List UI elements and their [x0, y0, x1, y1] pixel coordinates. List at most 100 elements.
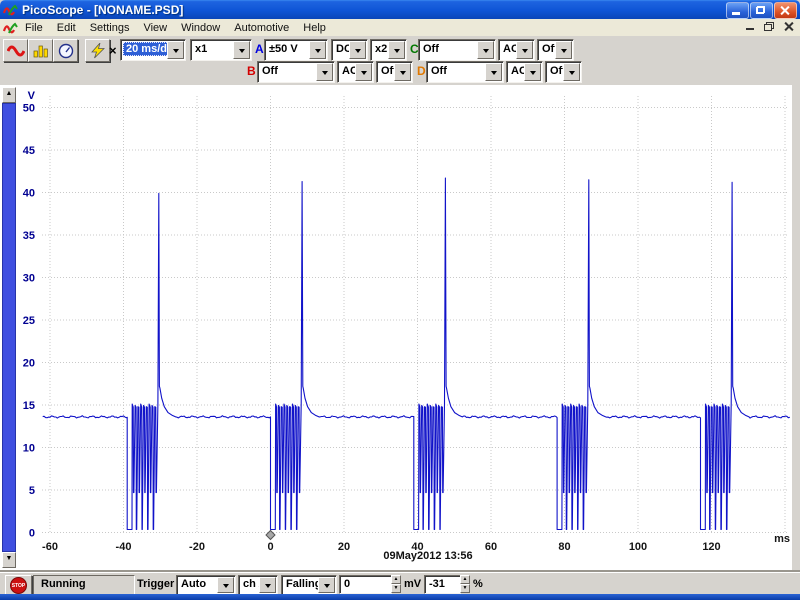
combo-arrow-icon[interactable]	[485, 63, 502, 81]
channel-d-coupling-select[interactable]: AC	[506, 61, 543, 83]
combo-arrow-icon[interactable]	[217, 577, 234, 593]
auto-setup-button[interactable]	[85, 39, 110, 62]
trigger-level-input[interactable]: 0	[339, 575, 392, 594]
pre-trigger-units: %	[473, 578, 483, 590]
combo-arrow-icon[interactable]	[349, 41, 366, 59]
combo-arrow-icon[interactable]	[563, 63, 580, 81]
spinner-down-icon[interactable]: ▼	[391, 584, 401, 593]
trigger-direction-value: Falling	[286, 578, 321, 590]
channel-b-coupling-select[interactable]: AC	[337, 61, 374, 83]
channel-b-label: B	[247, 64, 256, 78]
channel-c-range-select[interactable]: Off	[418, 39, 496, 61]
channel-a-range-select[interactable]: ±50 V	[264, 39, 328, 61]
mdi-restore-button[interactable]	[762, 20, 777, 33]
stop-button[interactable]: STOP	[5, 575, 32, 596]
timebase-multiplier-value: x1	[195, 43, 207, 55]
spectrum-view-icon	[33, 44, 49, 58]
channel-c-coupling-select[interactable]: AC	[498, 39, 535, 61]
y-axis-tick: 45	[23, 145, 35, 157]
channel-d-range-select[interactable]: Off	[426, 61, 504, 83]
window-edge	[792, 85, 800, 572]
trigger-label: Trigger	[137, 578, 174, 590]
channel-a-probe-select[interactable]: x2	[370, 39, 407, 61]
minimize-button[interactable]	[726, 2, 749, 19]
vertical-scrollbar[interactable]: ▲ ▼	[2, 87, 16, 568]
app-logo-icon	[3, 3, 18, 17]
trigger-mode-select[interactable]: Auto	[176, 575, 236, 595]
spinner-up-icon[interactable]: ▲	[391, 575, 401, 584]
capture-state-panel: Running	[33, 575, 135, 595]
menu-automotive[interactable]: Automotive	[227, 21, 296, 35]
channel-b-range-select[interactable]: Off	[257, 61, 335, 83]
channel-a-coupling-select[interactable]: DC	[331, 39, 368, 61]
title-bar: PicoScope - [NONAME.PSD]	[0, 0, 800, 19]
combo-arrow-icon[interactable]	[524, 63, 541, 81]
capture-state: Running	[41, 578, 86, 590]
status-bar: STOP Running Trigger Auto ch A Falling 0…	[0, 572, 800, 595]
combo-arrow-icon[interactable]	[233, 41, 250, 59]
combo-arrow-icon[interactable]	[388, 41, 405, 59]
channel-d-probe-select[interactable]: Off	[545, 61, 582, 83]
restore-button[interactable]	[750, 2, 773, 19]
y-axis-tick: 0	[29, 528, 35, 540]
combo-arrow-icon[interactable]	[477, 41, 494, 59]
scrollbar-thumb[interactable]	[2, 103, 16, 552]
pre-trigger-input[interactable]: -31	[424, 575, 461, 594]
menu-window[interactable]: Window	[174, 21, 227, 35]
spinner-down-icon[interactable]: ▼	[460, 584, 470, 593]
y-axis-tick: 35	[23, 230, 35, 242]
minimize-icon	[732, 12, 740, 15]
mdi-minimize-icon	[746, 28, 754, 30]
scope-view-icon	[7, 44, 25, 58]
combo-arrow-icon[interactable]	[316, 63, 333, 81]
y-axis-unit: V	[28, 90, 36, 102]
timebase-multiply-sign: ×	[109, 43, 117, 58]
meter-view-icon	[58, 43, 74, 59]
trigger-direction-select[interactable]: Falling	[281, 575, 337, 595]
x-axis-tick: -20	[189, 541, 205, 553]
menu-settings[interactable]: Settings	[83, 21, 137, 35]
channel-b-probe-select[interactable]: Off	[376, 61, 413, 83]
mdi-close-button[interactable]	[781, 20, 796, 33]
menu-edit[interactable]: Edit	[50, 21, 83, 35]
combo-arrow-icon[interactable]	[355, 63, 372, 81]
y-axis-tick: 30	[23, 273, 35, 285]
combo-arrow-icon[interactable]	[394, 63, 411, 81]
mdi-minimize-button[interactable]	[743, 20, 758, 33]
channel-a-range-value: ±50 V	[269, 43, 298, 55]
window-bottom-border	[0, 594, 800, 600]
combo-arrow-icon[interactable]	[318, 577, 335, 593]
y-axis-tick: 15	[23, 400, 35, 412]
combo-arrow-icon[interactable]	[555, 41, 572, 59]
auto-setup-icon	[90, 43, 106, 59]
scroll-down-icon[interactable]: ▼	[2, 552, 16, 568]
combo-arrow-icon[interactable]	[167, 41, 184, 59]
channel-a-trace	[43, 178, 790, 530]
channel-a-probe-value: x2	[375, 43, 387, 55]
combo-arrow-icon[interactable]	[259, 577, 276, 593]
channel-c-probe-select[interactable]: Off	[537, 39, 574, 61]
meter-view-button[interactable]	[53, 39, 78, 62]
timebase-multiplier-select[interactable]: x1	[190, 39, 252, 61]
x-axis-tick: 100	[629, 541, 647, 553]
pre-trigger-spinner[interactable]: ▲ ▼	[460, 575, 470, 593]
spectrum-view-button[interactable]	[28, 39, 53, 62]
mdi-restore-icon	[764, 22, 774, 31]
trigger-marker-icon[interactable]	[266, 531, 275, 540]
scope-view-button[interactable]	[3, 39, 28, 62]
close-button[interactable]	[774, 2, 797, 19]
combo-arrow-icon[interactable]	[309, 41, 326, 59]
x-axis-tick: 80	[558, 541, 570, 553]
timebase-select[interactable]: 20 ms/div	[120, 39, 186, 61]
trigger-source-select[interactable]: ch A	[238, 575, 278, 595]
menu-file[interactable]: File	[18, 21, 50, 35]
channel-b-range-value: Off	[262, 65, 278, 77]
mdi-child-icon	[3, 21, 18, 35]
menu-view[interactable]: View	[136, 21, 174, 35]
trigger-level-spinner[interactable]: ▲ ▼	[391, 575, 401, 593]
scroll-up-icon[interactable]: ▲	[2, 87, 16, 103]
combo-arrow-icon[interactable]	[516, 41, 533, 59]
spinner-up-icon[interactable]: ▲	[460, 575, 470, 584]
menu-help[interactable]: Help	[296, 21, 333, 35]
y-axis-tick: 5	[29, 485, 35, 497]
